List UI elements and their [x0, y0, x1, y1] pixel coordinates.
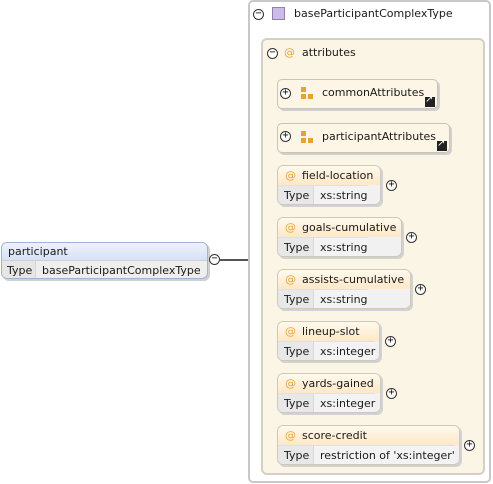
attributes-collapse-toggle[interactable]: −	[267, 48, 278, 59]
attribute-type-key: Type	[278, 237, 314, 256]
complex-type-collapse-toggle[interactable]: −	[253, 9, 264, 20]
participant-element[interactable]: participant Type baseParticipantComplexT…	[1, 242, 208, 279]
attribute-name: assists-cumulative	[302, 273, 405, 286]
attribute-yards-gained[interactable]: @ yards-gained Type xs:integer	[277, 373, 381, 413]
score-credit-expand-toggle[interactable]: +	[464, 440, 475, 451]
participant-collapse-toggle[interactable]: −	[209, 254, 220, 265]
yards-gained-expand-toggle[interactable]: +	[386, 388, 397, 399]
attribute-type-value: xs:string	[314, 237, 368, 256]
attribute-type-value: xs:integer	[314, 341, 376, 360]
attribute-type-value: restriction of 'xs:integer'	[314, 445, 455, 464]
attribute-name: field-location	[302, 169, 374, 182]
attribute-type-key: Type	[278, 393, 314, 412]
attribute-name: goals-cumulative	[302, 221, 397, 234]
attribute-type-key: Type	[278, 341, 314, 360]
participant-type-key: Type	[2, 261, 36, 278]
attribute-type-key: Type	[278, 185, 314, 204]
participant-attributes-expand-toggle[interactable]: +	[280, 131, 291, 142]
common-attributes-expand-toggle[interactable]: +	[280, 88, 291, 99]
attributes-at-icon: @	[284, 46, 295, 59]
attribute-type-key: Type	[278, 289, 314, 308]
attribute-field-location[interactable]: @ field-location Type xs:string	[277, 165, 381, 205]
attribute-name: yards-gained	[302, 377, 374, 390]
common-attributes-label: commonAttributes	[322, 86, 425, 99]
field-location-expand-toggle[interactable]: +	[386, 180, 397, 191]
attribute-name: lineup-slot	[302, 325, 360, 338]
at-icon: @	[285, 377, 296, 390]
attributes-group-label: attributes	[302, 46, 356, 59]
at-icon: @	[285, 169, 296, 182]
attribute-type-value: xs:string	[314, 185, 368, 204]
participant-attributes-label: participantAttributes	[322, 130, 437, 143]
attribute-assists-cumulative[interactable]: @ assists-cumulative Type xs:string	[277, 269, 411, 309]
at-icon: @	[285, 325, 296, 338]
complex-type-icon	[272, 7, 285, 20]
assists-cumulative-expand-toggle[interactable]: +	[415, 284, 426, 295]
at-icon: @	[285, 429, 296, 442]
at-icon: @	[285, 273, 296, 286]
lineup-slot-expand-toggle[interactable]: +	[385, 336, 396, 347]
attribute-score-credit[interactable]: @ score-credit Type restriction of 'xs:int…	[277, 425, 460, 465]
reference-arrow-icon	[437, 138, 447, 151]
attribute-name: score-credit	[302, 429, 367, 442]
complex-type-name: baseParticipantComplexType	[294, 7, 453, 20]
participant-type-value: baseParticipantComplexType	[42, 264, 201, 277]
participant-element-name: participant	[2, 243, 207, 260]
reference-arrow-icon	[425, 94, 435, 107]
attribute-lineup-slot[interactable]: @ lineup-slot Type xs:integer	[277, 321, 380, 361]
attribute-type-value: xs:string	[314, 289, 368, 308]
attribute-goals-cumulative[interactable]: @ goals-cumulative Type xs:string	[277, 217, 402, 257]
at-icon: @	[285, 221, 296, 234]
attribute-type-key: Type	[278, 445, 314, 464]
goals-cumulative-expand-toggle[interactable]: +	[406, 232, 417, 243]
attribute-type-value: xs:integer	[314, 393, 376, 412]
